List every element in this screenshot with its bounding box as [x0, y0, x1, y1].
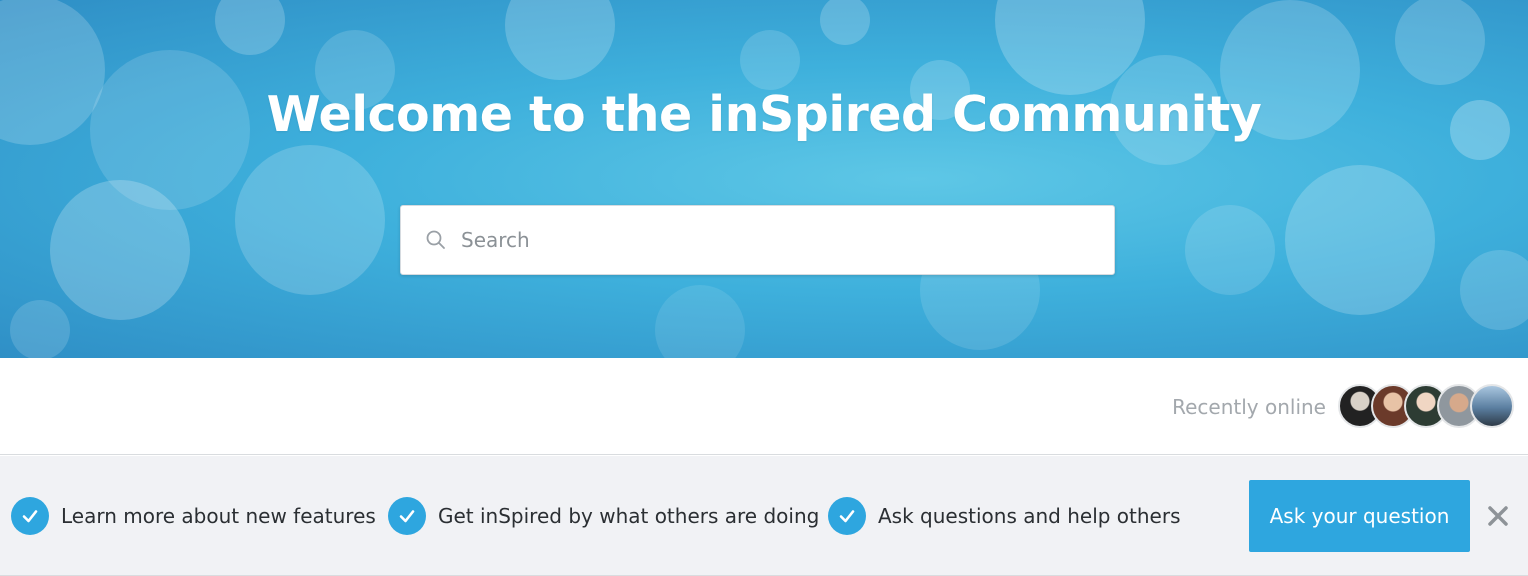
recently-online-strip: Recently online — [0, 358, 1528, 455]
search-box[interactable] — [400, 205, 1115, 275]
feature-label: Get inSpired by what others are doing — [438, 504, 820, 528]
recently-online-label: Recently online — [1172, 395, 1326, 419]
check-icon — [828, 497, 866, 535]
avatar[interactable] — [1470, 384, 1514, 428]
avatar-group — [1338, 384, 1518, 428]
search-icon — [426, 230, 445, 249]
check-icon — [388, 497, 426, 535]
ask-question-button[interactable]: Ask your question — [1249, 480, 1470, 552]
hero-banner: Welcome to the inSpired Community — [0, 0, 1528, 358]
page-title: Welcome to the inSpired Community — [266, 86, 1262, 143]
feature-item: Get inSpired by what others are doing — [388, 496, 819, 536]
check-icon — [11, 497, 49, 535]
bokeh-background — [0, 0, 1528, 358]
feature-label: Ask questions and help others — [878, 504, 1181, 528]
search-input[interactable] — [461, 206, 1101, 274]
feature-item: Learn more about new features — [11, 496, 376, 536]
feature-label: Learn more about new features — [61, 504, 376, 528]
feature-item: Ask questions and help others — [828, 496, 1181, 536]
close-icon[interactable] — [1484, 502, 1512, 530]
info-bar: Learn more about new features Get inSpir… — [0, 456, 1528, 576]
